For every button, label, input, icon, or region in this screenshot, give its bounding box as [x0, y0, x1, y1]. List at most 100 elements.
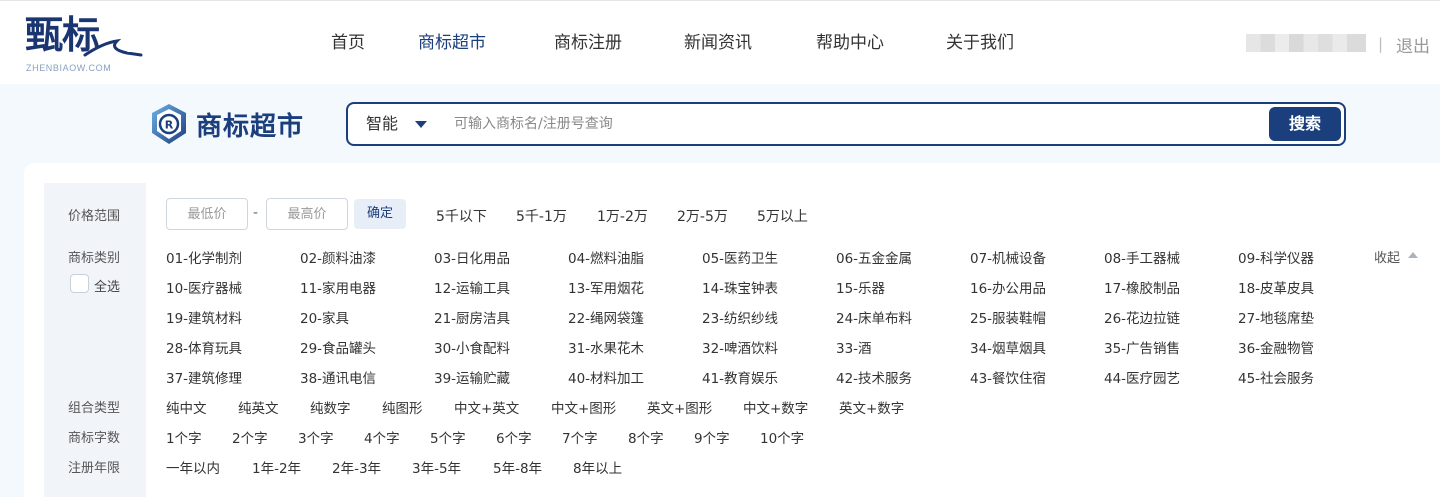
- char-count-option[interactable]: 2个字: [232, 427, 268, 447]
- category-option[interactable]: 37-建筑修理: [166, 367, 242, 387]
- char-count-option[interactable]: 5个字: [430, 427, 466, 447]
- combo-type-option[interactable]: 纯中文: [166, 397, 207, 417]
- char-count-option[interactable]: 7个字: [562, 427, 598, 447]
- price-option[interactable]: 5千以下: [436, 206, 487, 226]
- nav-item[interactable]: 商标超市: [380, 1, 524, 85]
- category-option[interactable]: 12-运输工具: [434, 277, 510, 297]
- category-option[interactable]: 40-材料加工: [568, 367, 644, 387]
- category-option[interactable]: 23-纺织纱线: [702, 307, 778, 327]
- category-option[interactable]: 06-五金金属: [836, 247, 912, 267]
- price-confirm-button[interactable]: 确定: [354, 199, 406, 229]
- category-option[interactable]: 42-技术服务: [836, 367, 912, 387]
- category-option[interactable]: 32-啤酒饮料: [702, 337, 778, 357]
- category-option[interactable]: 22-绳网袋篷: [568, 307, 644, 327]
- char-count-option[interactable]: 1个字: [166, 427, 202, 447]
- char-count-option[interactable]: 9个字: [694, 427, 730, 447]
- category-option[interactable]: 07-机械设备: [970, 247, 1046, 267]
- combo-type-option[interactable]: 纯图形: [382, 397, 423, 417]
- combo-type-option[interactable]: 中文+英文: [454, 397, 519, 417]
- search-button[interactable]: 搜索: [1269, 107, 1341, 141]
- category-option[interactable]: 03-日化用品: [434, 247, 510, 267]
- category-option[interactable]: 19-建筑材料: [166, 307, 242, 327]
- select-all-label[interactable]: 全选: [94, 276, 120, 295]
- reg-years-option[interactable]: 8年以上: [573, 457, 622, 477]
- category-label: 商标类别: [68, 251, 121, 266]
- select-all-checkbox[interactable]: [70, 274, 89, 293]
- category-option[interactable]: 13-军用烟花: [568, 277, 644, 297]
- category-option[interactable]: 15-乐器: [836, 277, 885, 297]
- category-option[interactable]: 27-地毯席垫: [1238, 307, 1314, 327]
- logo-swoosh-icon: [83, 38, 143, 57]
- price-dash: -: [253, 205, 259, 221]
- category-option[interactable]: 16-办公用品: [970, 277, 1046, 297]
- reg-years-option[interactable]: 一年以内: [166, 457, 220, 477]
- username-blurred[interactable]: [1246, 34, 1366, 52]
- category-option[interactable]: 17-橡胶制品: [1104, 277, 1180, 297]
- category-option[interactable]: 20-家具: [300, 307, 349, 327]
- reg-years-option[interactable]: 2年-3年: [332, 457, 381, 477]
- category-option[interactable]: 21-厨房洁具: [434, 307, 510, 327]
- combo-type-option[interactable]: 中文+图形: [551, 397, 616, 417]
- category-option[interactable]: 45-社会服务: [1238, 367, 1314, 387]
- category-option[interactable]: 28-体育玩具: [166, 337, 242, 357]
- category-option[interactable]: 35-广告销售: [1104, 337, 1180, 357]
- combo-type-option[interactable]: 英文+数字: [839, 397, 904, 417]
- category-option[interactable]: 02-颜料油漆: [300, 247, 376, 267]
- char-count-option[interactable]: 3个字: [298, 427, 334, 447]
- chevron-down-icon[interactable]: [415, 121, 427, 128]
- category-option[interactable]: 04-燃料油脂: [568, 247, 644, 267]
- category-option[interactable]: 01-化学制剂: [166, 247, 242, 267]
- category-option[interactable]: 41-教育娱乐: [702, 367, 778, 387]
- combo-type-option[interactable]: 纯英文: [238, 397, 279, 417]
- nav-item[interactable]: 关于我们: [916, 1, 1044, 85]
- combo-type-option[interactable]: 中文+数字: [743, 397, 808, 417]
- category-option[interactable]: 09-科学仪器: [1238, 247, 1314, 267]
- search-input[interactable]: [454, 110, 1254, 138]
- price-option[interactable]: 5千-1万: [516, 206, 567, 226]
- nav-item[interactable]: 新闻资讯: [652, 1, 784, 85]
- price-option[interactable]: 2万-5万: [677, 206, 728, 226]
- category-option[interactable]: 29-食品罐头: [300, 337, 376, 357]
- category-option[interactable]: 30-小食配料: [434, 337, 510, 357]
- category-option[interactable]: 39-运输贮藏: [434, 367, 510, 387]
- char-count-option[interactable]: 4个字: [364, 427, 400, 447]
- collapse-button[interactable]: 收起: [1374, 247, 1400, 266]
- search-mode-select[interactable]: 智能: [366, 104, 398, 144]
- category-option[interactable]: 10-医疗器械: [166, 277, 242, 297]
- category-option[interactable]: 14-珠宝钟表: [702, 277, 778, 297]
- char-count-option[interactable]: 10个字: [760, 427, 804, 447]
- reg-years-option[interactable]: 5年-8年: [493, 457, 542, 477]
- category-option[interactable]: 26-花边拉链: [1104, 307, 1180, 327]
- combo-type-option[interactable]: 纯数字: [310, 397, 351, 417]
- category-option[interactable]: 44-医疗园艺: [1104, 367, 1180, 387]
- category-option[interactable]: 25-服装鞋帽: [970, 307, 1046, 327]
- combo-type-option[interactable]: 英文+图形: [647, 397, 712, 417]
- category-option[interactable]: 36-金融物管: [1238, 337, 1314, 357]
- site-logo[interactable]: 甄标 ZHENBIAOW.COM: [25, 11, 145, 75]
- reg-years-option[interactable]: 3年-5年: [412, 457, 461, 477]
- nav-item[interactable]: 帮助中心: [784, 1, 916, 85]
- char-count-option[interactable]: 6个字: [496, 427, 532, 447]
- chevron-up-icon[interactable]: [1408, 252, 1418, 258]
- category-option[interactable]: 11-家用电器: [300, 277, 376, 297]
- category-option[interactable]: 24-床单布料: [836, 307, 912, 327]
- nav-item[interactable]: 首页: [316, 1, 380, 85]
- price-option[interactable]: 1万-2万: [597, 206, 648, 226]
- max-price-input[interactable]: [266, 198, 348, 230]
- category-option[interactable]: 05-医药卫生: [702, 247, 778, 267]
- category-option[interactable]: 18-皮革皮具: [1238, 277, 1314, 297]
- min-price-input[interactable]: [166, 198, 248, 230]
- category-option[interactable]: 34-烟草烟具: [970, 337, 1046, 357]
- price-range-label: 价格范围: [68, 209, 121, 224]
- reg-years-option[interactable]: 1年-2年: [252, 457, 301, 477]
- category-option[interactable]: 38-通讯电信: [300, 367, 376, 387]
- logout-link[interactable]: 退出: [1396, 32, 1430, 57]
- price-option[interactable]: 5万以上: [757, 206, 808, 226]
- category-option[interactable]: 08-手工器械: [1104, 247, 1180, 267]
- char-count-option[interactable]: 8个字: [628, 427, 664, 447]
- nav-item[interactable]: 商标注册: [524, 1, 652, 85]
- category-option[interactable]: 33-酒: [836, 337, 872, 357]
- category-option[interactable]: 31-水果花木: [568, 337, 644, 357]
- logo-subtitle: ZHENBIAOW.COM: [26, 63, 112, 73]
- category-option[interactable]: 43-餐饮住宿: [970, 367, 1046, 387]
